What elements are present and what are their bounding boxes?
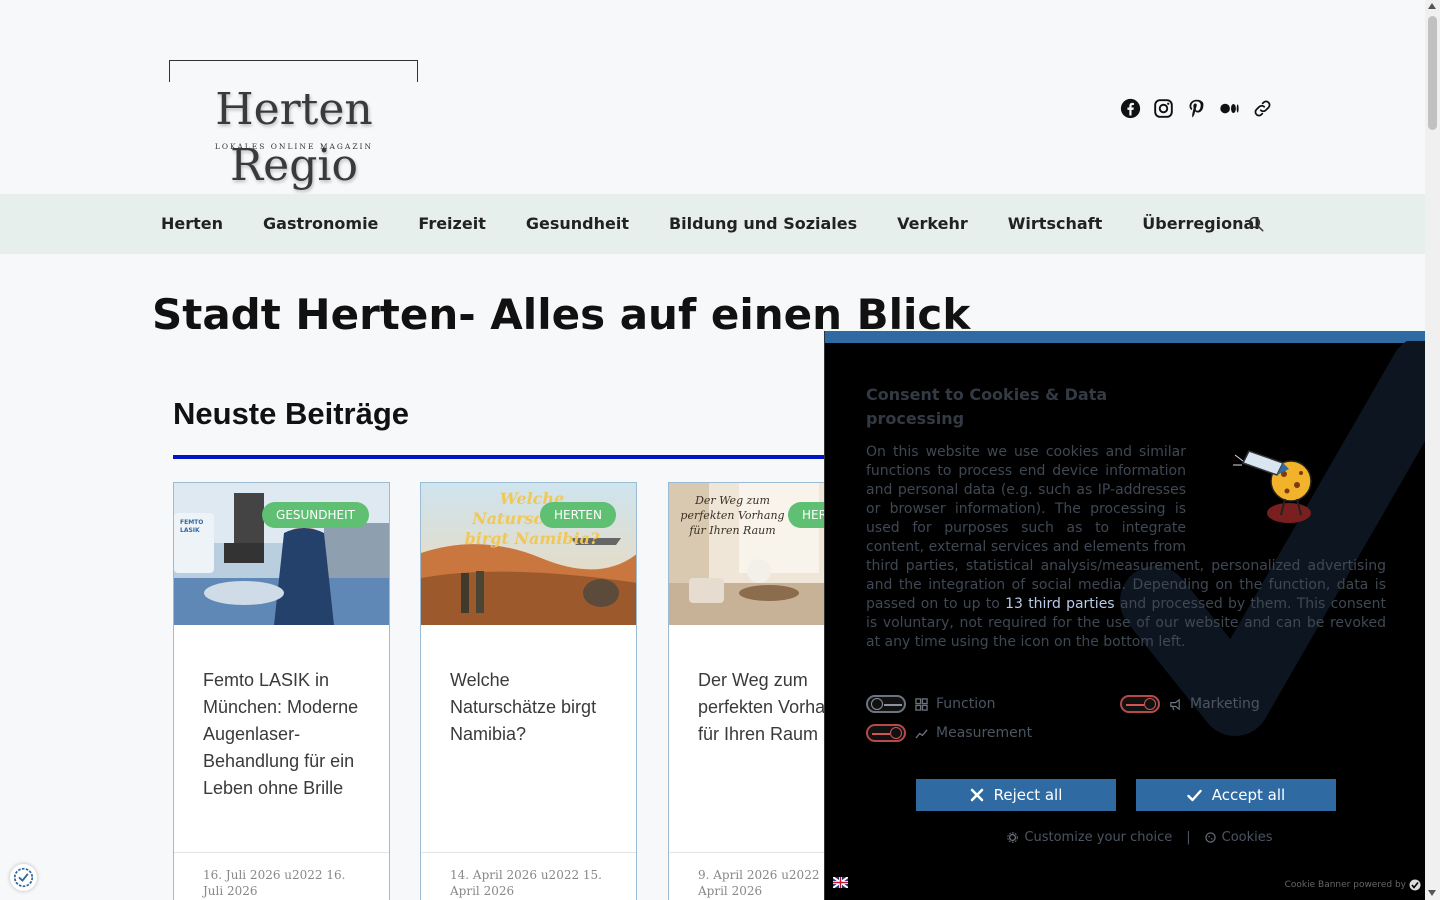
post-thumbnail[interactable]: FEMTO LASIK GESUNDHEIT bbox=[174, 483, 389, 625]
function-consent-row: Function bbox=[866, 695, 996, 713]
category-badge[interactable]: HERTEN bbox=[540, 502, 616, 528]
privacy-shield-check-icon bbox=[13, 867, 34, 888]
pinterest-icon[interactable] bbox=[1186, 98, 1207, 119]
check-icon bbox=[1187, 789, 1202, 801]
gear-icon bbox=[1007, 832, 1019, 843]
logo-title: Herten Regio bbox=[162, 82, 426, 194]
link-icon[interactable] bbox=[1252, 98, 1273, 119]
cookie-consent-panel: Consent to Cookies & Data processing On … bbox=[824, 331, 1425, 900]
third-parties-link[interactable]: 13 third parties bbox=[1005, 596, 1114, 612]
accept-all-button[interactable]: Accept all bbox=[1136, 779, 1336, 811]
powered-by-label: Cookie Banner powered by bbox=[1284, 880, 1406, 890]
cookies-link[interactable]: Cookies bbox=[1204, 830, 1273, 845]
card-divider bbox=[421, 852, 636, 853]
scrollbar-thumb[interactable] bbox=[1428, 16, 1437, 130]
customize-choice-link[interactable]: Customize your choice bbox=[1007, 830, 1172, 845]
nav-item-gastronomie[interactable]: Gastronomie bbox=[243, 194, 398, 254]
function-grid-icon bbox=[914, 697, 928, 711]
post-thumbnail-caption: FEMTO LASIK bbox=[180, 519, 204, 534]
measurement-label: Measurement bbox=[936, 725, 1033, 741]
accept-all-label: Accept all bbox=[1211, 786, 1286, 804]
post-title[interactable]: Welche Naturschätze birgt Namibia? bbox=[450, 667, 615, 748]
post-card[interactable]: Welche Naturschätze birgt Namibia? HERTE… bbox=[420, 482, 637, 900]
cookies-label: Cookies bbox=[1221, 830, 1273, 845]
nav-item-bildung[interactable]: Bildung und Soziales bbox=[649, 194, 877, 254]
measurement-toggle[interactable] bbox=[866, 724, 906, 742]
nav-item-herten[interactable]: Herten bbox=[141, 194, 243, 254]
scroll-down-icon[interactable] bbox=[1428, 890, 1436, 896]
post-card[interactable]: FEMTO LASIK GESUNDHEIT Femto LASIK in Mü… bbox=[173, 482, 390, 900]
cookie-title: Consent to Cookies & Data processing bbox=[866, 385, 1108, 428]
site-header: Herten Regio LOKALES ONLINE MAGAZIN bbox=[0, 0, 1425, 194]
cookie-icon bbox=[1204, 832, 1216, 843]
medium-icon[interactable] bbox=[1219, 98, 1240, 119]
card-divider bbox=[174, 852, 389, 853]
nav-item-gesundheit[interactable]: Gesundheit bbox=[506, 194, 649, 254]
social-links bbox=[1120, 98, 1273, 119]
marketing-label: Marketing bbox=[1190, 696, 1260, 712]
cookie-footer-links: Customize your choice | Cookies bbox=[825, 830, 1425, 845]
post-date: 16. Juli 2026 u2022 16. Juli 2026 bbox=[203, 868, 346, 898]
page-scrollbar[interactable] bbox=[1425, 0, 1440, 900]
chart-trend-icon bbox=[914, 726, 928, 740]
megaphone-icon bbox=[1168, 697, 1182, 711]
site-logo[interactable]: Herten Regio LOKALES ONLINE MAGAZIN bbox=[162, 60, 426, 194]
measurement-consent-row: Measurement bbox=[866, 724, 1032, 742]
marketing-consent-row: Marketing bbox=[1120, 695, 1260, 713]
nav-item-freizeit[interactable]: Freizeit bbox=[398, 194, 505, 254]
powered-by[interactable]: Cookie Banner powered by bbox=[1285, 879, 1421, 891]
link-separator: | bbox=[1186, 830, 1191, 845]
facebook-icon[interactable] bbox=[1120, 98, 1141, 119]
nav-items: Herten Gastronomie Freizeit Gesundheit B… bbox=[141, 194, 1280, 254]
post-date: 14. April 2026 u2022 15. April 2026 bbox=[450, 868, 602, 898]
search-icon[interactable] bbox=[1247, 215, 1265, 233]
close-icon bbox=[970, 788, 983, 802]
language-flag-icon[interactable] bbox=[832, 873, 849, 889]
reject-all-button[interactable]: Reject all bbox=[916, 779, 1116, 811]
nav-item-verkehr[interactable]: Verkehr bbox=[877, 194, 988, 254]
category-badge[interactable]: GESUNDHEIT bbox=[262, 502, 369, 528]
function-toggle[interactable] bbox=[866, 695, 906, 713]
mascot-spacer bbox=[1186, 443, 1386, 548]
marketing-toggle[interactable] bbox=[1120, 695, 1160, 713]
function-label: Function bbox=[936, 696, 996, 712]
section-underline bbox=[173, 455, 843, 459]
scroll-up-icon[interactable] bbox=[1428, 3, 1436, 9]
post-thumbnail[interactable]: Welche Naturschätze birgt Namibia? HERTE… bbox=[421, 483, 636, 625]
post-title[interactable]: Femto LASIK in München: Moderne Augenlas… bbox=[203, 667, 368, 802]
nav-item-wirtschaft[interactable]: Wirtschaft bbox=[988, 194, 1122, 254]
customize-choice-label: Customize your choice bbox=[1024, 830, 1173, 845]
cookie-description: On this website we use cookies and simil… bbox=[866, 443, 1386, 652]
provider-logo-icon bbox=[1409, 879, 1421, 891]
main-navigation: Herten Gastronomie Freizeit Gesundheit B… bbox=[0, 194, 1425, 254]
section-title: Neuste Beiträge bbox=[173, 396, 410, 431]
privacy-settings-button[interactable] bbox=[10, 864, 37, 891]
instagram-icon[interactable] bbox=[1153, 98, 1174, 119]
logo-subtitle: LOKALES ONLINE MAGAZIN bbox=[214, 142, 374, 151]
reject-all-label: Reject all bbox=[993, 786, 1063, 804]
post-thumbnail-caption: Der Weg zum perfekten Vorhang für Ihren … bbox=[680, 494, 785, 537]
